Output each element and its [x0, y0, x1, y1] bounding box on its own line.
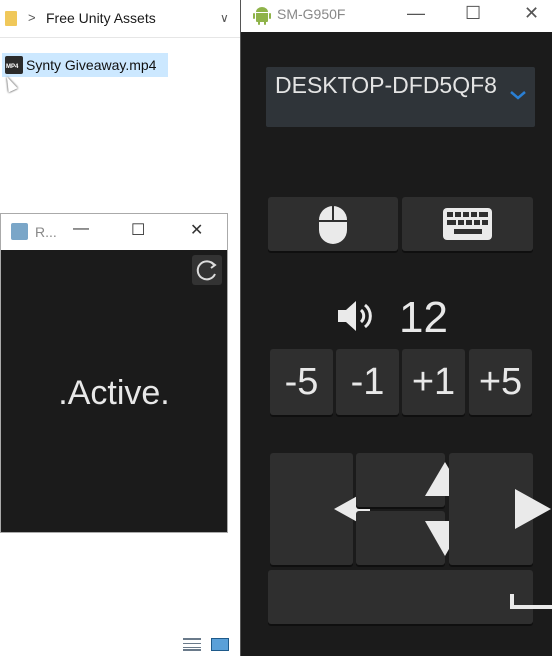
arrow-right-button[interactable] — [449, 453, 551, 565]
address-bar[interactable]: > Free Unity Assets ∨ — [0, 0, 240, 38]
keyboard-icon — [443, 208, 492, 240]
arrow-down-button[interactable] — [356, 511, 465, 565]
volume-plus-5-button[interactable]: +5 — [469, 349, 532, 415]
details-view-icon[interactable] — [183, 638, 201, 651]
title-bar[interactable]: R... — ☐ ✕ — [1, 214, 227, 250]
breadcrumb-folder[interactable]: Free Unity Assets — [46, 10, 156, 26]
mouse-icon — [319, 206, 347, 244]
folder-icon — [5, 11, 17, 26]
speaker-icon — [338, 301, 372, 331]
window-title: SM-G950F — [277, 6, 346, 22]
remote-window: SM-G950F — ☐ ✕ DESKTOP-DFD5QF8 12 -5 -1 … — [240, 0, 552, 656]
device-dropdown[interactable]: DESKTOP-DFD5QF8 — [266, 67, 535, 127]
window-title: R... — [35, 224, 57, 240]
arrow-right-icon — [515, 489, 551, 529]
mouse-mode-button[interactable] — [268, 197, 398, 251]
chevron-down-icon[interactable]: ∨ — [220, 11, 229, 25]
space-icon — [509, 594, 552, 609]
minimize-button[interactable]: — — [73, 220, 89, 238]
refresh-icon[interactable] — [192, 255, 222, 285]
device-name: DESKTOP-DFD5QF8 — [275, 72, 497, 98]
file-name: Synty Giveaway.mp4 — [26, 57, 157, 73]
breadcrumb-separator: > — [28, 10, 36, 25]
close-button[interactable]: ✕ — [190, 220, 203, 240]
volume-minus-1-button[interactable]: -1 — [336, 349, 399, 415]
chevron-down-icon — [510, 91, 526, 100]
keyboard-mode-button[interactable] — [402, 197, 533, 251]
minimize-button[interactable]: — — [407, 3, 425, 24]
space-button[interactable] — [268, 570, 552, 624]
file-item[interactable]: Synty Giveaway.mp4 — [2, 53, 168, 77]
android-icon — [253, 7, 271, 25]
arrow-up-button[interactable] — [356, 453, 465, 507]
close-button[interactable]: ✕ — [524, 3, 539, 24]
window-content: .Active. — [1, 250, 227, 532]
maximize-button[interactable]: ☐ — [465, 3, 481, 24]
title-bar[interactable]: SM-G950F — ☐ ✕ — [241, 0, 552, 32]
status-text: .Active. — [58, 374, 170, 412]
view-switcher — [183, 638, 239, 656]
volume-plus-1-button[interactable]: +1 — [402, 349, 465, 415]
app-icon — [11, 223, 28, 240]
maximize-button[interactable]: ☐ — [131, 220, 145, 240]
thumbnail-view-icon[interactable] — [211, 638, 229, 651]
volume-minus-5-button[interactable]: -5 — [270, 349, 333, 415]
mp4-file-icon — [5, 56, 23, 74]
arrow-left-button[interactable] — [270, 453, 370, 565]
volume-value: 12 — [399, 293, 448, 342]
mouse-cursor-icon — [2, 74, 18, 93]
status-window: R... — ☐ ✕ .Active. — [0, 213, 228, 533]
